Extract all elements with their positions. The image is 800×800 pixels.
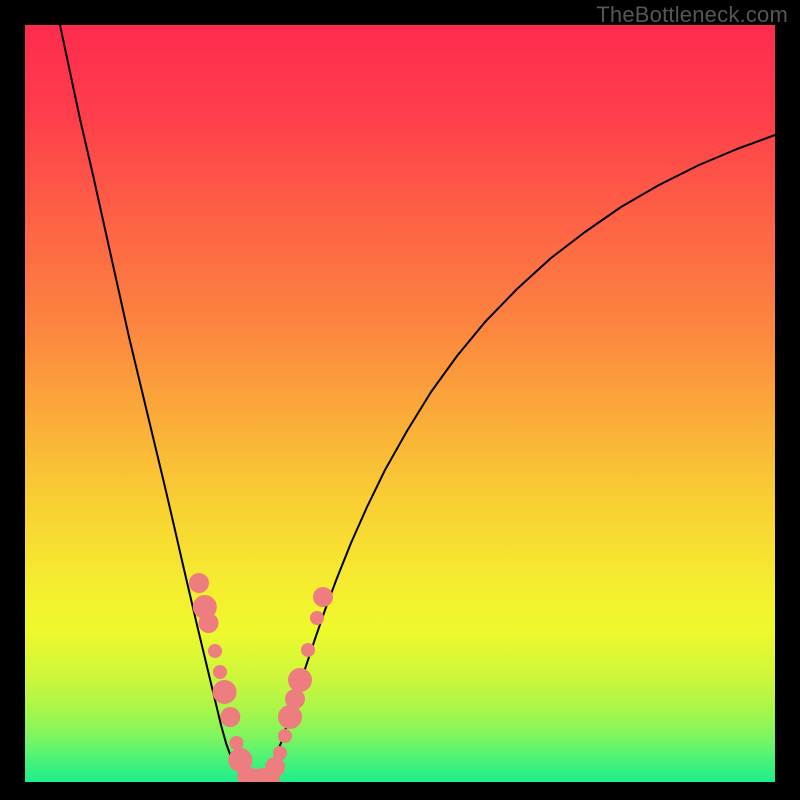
- curve-marker-dot: [313, 587, 333, 607]
- curve-marker-dot: [189, 573, 209, 593]
- curve-marker-dot: [199, 613, 219, 633]
- curve-marker-dot: [278, 729, 292, 743]
- curve-marker-dot: [278, 705, 302, 729]
- marker-group-left: [189, 573, 275, 782]
- curve-marker-dot: [301, 643, 315, 657]
- curve-marker-dot: [310, 611, 324, 625]
- stage: TheBottleneck.com: [0, 0, 800, 800]
- curve-marker-dot: [288, 668, 312, 692]
- v-curve-line: [60, 25, 775, 781]
- marker-group-right: [260, 587, 333, 782]
- curve-marker-dot: [213, 665, 227, 679]
- curve-marker-dot: [273, 746, 287, 760]
- curve-marker-dot: [213, 680, 237, 704]
- curve-marker-dot: [265, 757, 285, 777]
- curve-marker-dot: [229, 736, 243, 750]
- curve-marker-dot: [208, 644, 222, 658]
- watermark-text: TheBottleneck.com: [596, 2, 788, 28]
- curve-marker-dot: [285, 689, 305, 709]
- plot-svg: [25, 25, 775, 782]
- plot-area: [25, 25, 775, 782]
- curve-marker-dot: [220, 707, 240, 727]
